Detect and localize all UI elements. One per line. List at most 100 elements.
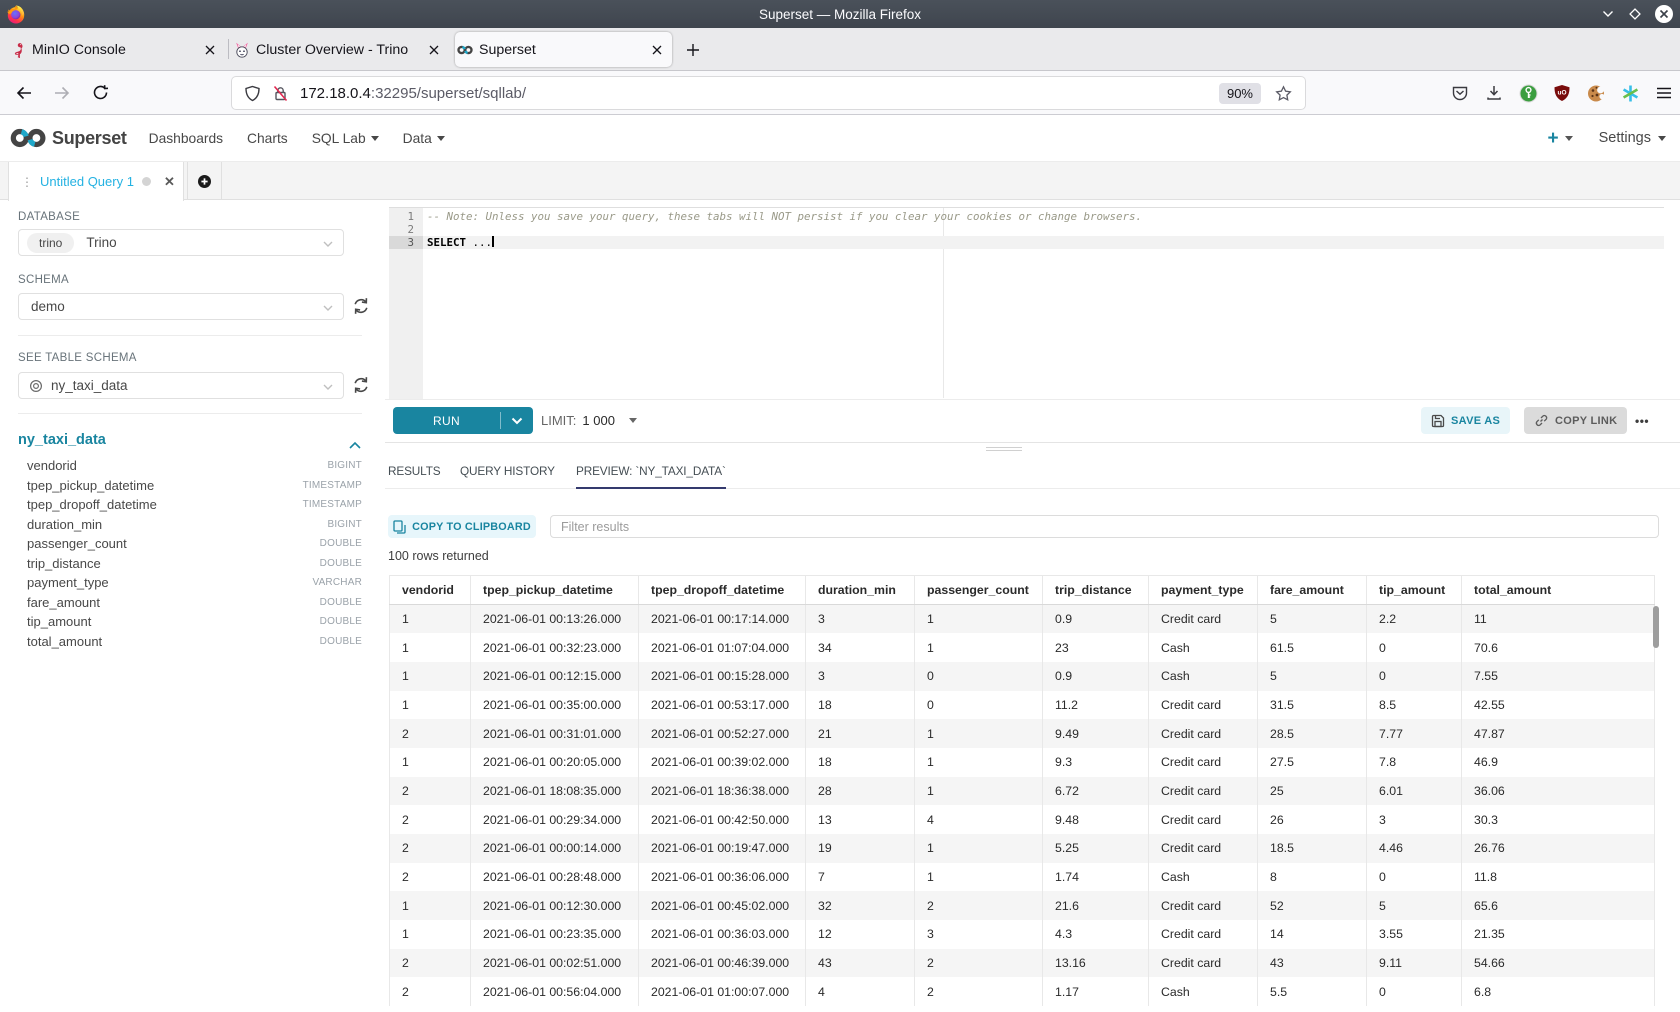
table-row[interactable]: 22021-06-01 00:29:34.0002021-06-01 00:42… (390, 805, 1655, 834)
tab-preview[interactable]: PREVIEW: `NY_TAXI_DATA` (576, 455, 726, 489)
tab-close-icon[interactable] (646, 39, 668, 61)
zoom-level-badge[interactable]: 90% (1219, 83, 1261, 104)
tab-query-history[interactable]: QUERY HISTORY (460, 455, 555, 489)
ublock-origin-icon[interactable]: uO (1552, 83, 1572, 103)
table-header-cell[interactable]: passenger_count (915, 576, 1043, 605)
nav-dashboards[interactable]: Dashboards (137, 131, 235, 146)
query-tab-active[interactable]: ⋮ Untitled Query 1 ✕ (8, 162, 184, 201)
filter-results-input[interactable]: Filter results (550, 515, 1659, 538)
save-as-button[interactable]: SAVE AS (1421, 407, 1510, 434)
superset-logo[interactable]: Superset (10, 128, 127, 149)
forward-button[interactable] (46, 77, 78, 109)
tab-close-icon[interactable] (423, 39, 445, 61)
column-type: DOUBLE (320, 538, 362, 549)
run-dropdown-icon[interactable] (501, 417, 533, 425)
table-row[interactable]: 12021-06-01 00:23:35.0002021-06-01 00:36… (390, 920, 1655, 949)
nav-sqllab[interactable]: SQL Lab (300, 131, 391, 146)
column-type: DOUBLE (320, 558, 362, 569)
table-row[interactable]: 22021-06-01 00:56:04.0002021-06-01 01:00… (390, 977, 1655, 1006)
table-row[interactable]: 12021-06-01 00:32:23.0002021-06-01 01:07… (390, 633, 1655, 662)
asterisk-extension-icon[interactable] (1620, 83, 1640, 103)
url-bar[interactable]: 172.18.0.4:32295/superset/sqllab/ 90% (232, 77, 1305, 109)
chevron-down-icon (1565, 136, 1573, 141)
pocket-icon[interactable] (1450, 83, 1470, 103)
collapse-table-icon[interactable] (349, 436, 361, 454)
resize-handle[interactable] (986, 445, 1022, 453)
navbar-settings[interactable]: Settings (1599, 130, 1666, 146)
database-select[interactable]: trino Trino (18, 229, 344, 256)
table-header-cell[interactable]: total_amount (1462, 576, 1655, 605)
table-cell: 2021-06-01 01:07:04.000 (639, 633, 806, 662)
run-button[interactable]: RUN (393, 407, 533, 434)
table-header-cell[interactable]: duration_min (806, 576, 915, 605)
table-row[interactable]: 22021-06-01 18:08:35.0002021-06-01 18:36… (390, 777, 1655, 806)
column-row[interactable]: tip_amountDOUBLE (27, 612, 362, 632)
table-row[interactable]: 12021-06-01 00:12:30.0002021-06-01 00:45… (390, 891, 1655, 920)
drag-handle-icon[interactable]: ⋮ (21, 175, 33, 189)
table-header-cell[interactable]: tpep_pickup_datetime (471, 576, 639, 605)
column-row[interactable]: tpep_dropoff_datetimeTIMESTAMP (27, 495, 362, 515)
column-row[interactable]: duration_minBIGINT (27, 515, 362, 535)
table-row[interactable]: 22021-06-01 00:02:51.0002021-06-01 00:46… (390, 949, 1655, 978)
more-menu-button[interactable]: ••• (1635, 407, 1649, 434)
table-row[interactable]: 12021-06-01 00:12:15.0002021-06-01 00:15… (390, 662, 1655, 691)
copy-link-button[interactable]: COPY LINK (1524, 407, 1627, 434)
back-button[interactable] (8, 77, 40, 109)
table-row[interactable]: 12021-06-01 00:20:05.0002021-06-01 00:39… (390, 748, 1655, 777)
table-header-cell[interactable]: tip_amount (1367, 576, 1462, 605)
column-row[interactable]: payment_typeVARCHAR (27, 573, 362, 593)
nav-charts[interactable]: Charts (235, 131, 300, 146)
table-header-cell[interactable]: tpep_dropoff_datetime (639, 576, 806, 605)
downloads-icon[interactable] (1484, 83, 1504, 103)
window-minimize-icon[interactable] (1601, 7, 1615, 21)
nav-data[interactable]: Data (391, 131, 457, 146)
cookie-extension-icon[interactable] (1586, 83, 1606, 103)
browser-tab-minio[interactable]: MinIO Console (8, 32, 225, 67)
browser-tab-trino[interactable]: Cluster Overview - Trino (232, 32, 449, 67)
window-close-icon[interactable] (1655, 5, 1673, 23)
table-select[interactable]: ny_taxi_data (18, 372, 344, 399)
browser-tab-superset[interactable]: Superset (455, 32, 672, 67)
table-row[interactable]: 12021-06-01 00:35:00.0002021-06-01 00:53… (390, 691, 1655, 720)
window-maximize-icon[interactable] (1628, 7, 1642, 21)
menu-hamburger-icon[interactable] (1654, 83, 1674, 103)
table-row[interactable]: 12021-06-01 00:13:26.0002021-06-01 00:17… (390, 605, 1655, 634)
settings-label: Settings (1599, 130, 1651, 146)
refresh-table-icon[interactable] (351, 375, 371, 395)
table-scrollbar-thumb[interactable] (1653, 606, 1659, 648)
navbar-add-button[interactable]: + (1547, 129, 1572, 148)
limit-dropdown[interactable]: LIMIT: 1 000 (541, 407, 637, 434)
tab-close-icon[interactable] (199, 39, 221, 61)
column-row[interactable]: fare_amountDOUBLE (27, 593, 362, 613)
table-header-cell[interactable]: fare_amount (1258, 576, 1367, 605)
tab-results[interactable]: RESULTS (388, 455, 441, 489)
table-cell: 1.17 (1043, 977, 1149, 1006)
refresh-schema-icon[interactable] (351, 296, 371, 316)
table-cell: 65.6 (1462, 891, 1655, 920)
lock-insecure-icon[interactable] (266, 85, 294, 102)
table-header-cell[interactable]: trip_distance (1043, 576, 1149, 605)
column-row[interactable]: trip_distanceDOUBLE (27, 554, 362, 574)
table-row[interactable]: 22021-06-01 00:31:01.0002021-06-01 00:52… (390, 719, 1655, 748)
table-row[interactable]: 22021-06-01 00:28:48.0002021-06-01 00:36… (390, 863, 1655, 892)
column-row[interactable]: total_amountDOUBLE (27, 632, 362, 652)
table-row[interactable]: 22021-06-01 00:00:14.0002021-06-01 00:19… (390, 834, 1655, 863)
column-row[interactable]: vendoridBIGINT (27, 456, 362, 476)
table-header-cell[interactable]: payment_type (1149, 576, 1258, 605)
add-query-tab-button[interactable] (187, 162, 222, 200)
sqllab-right-panel: 1 2 3 -- Note: Unless you save your quer… (385, 200, 1680, 1012)
table-header-cell[interactable]: vendorid (390, 576, 471, 605)
copy-to-clipboard-button[interactable]: COPY TO CLIPBOARD (388, 515, 536, 538)
sql-editor[interactable]: 1 2 3 -- Note: Unless you save your quer… (389, 207, 1664, 399)
reload-button[interactable] (84, 77, 116, 109)
table-name-heading[interactable]: ny_taxi_data (18, 432, 106, 448)
keepassxc-extension-icon[interactable] (1518, 83, 1538, 103)
new-tab-button[interactable] (678, 35, 708, 65)
bookmark-star-icon[interactable] (1269, 79, 1297, 107)
column-row[interactable]: tpep_pickup_datetimeTIMESTAMP (27, 476, 362, 496)
schema-select[interactable]: demo (18, 293, 344, 320)
column-row[interactable]: passenger_countDOUBLE (27, 534, 362, 554)
window-titlebar: Superset — Mozilla Firefox (0, 0, 1680, 28)
shield-icon[interactable] (238, 85, 266, 102)
query-tab-close-icon[interactable]: ✕ (164, 174, 175, 190)
